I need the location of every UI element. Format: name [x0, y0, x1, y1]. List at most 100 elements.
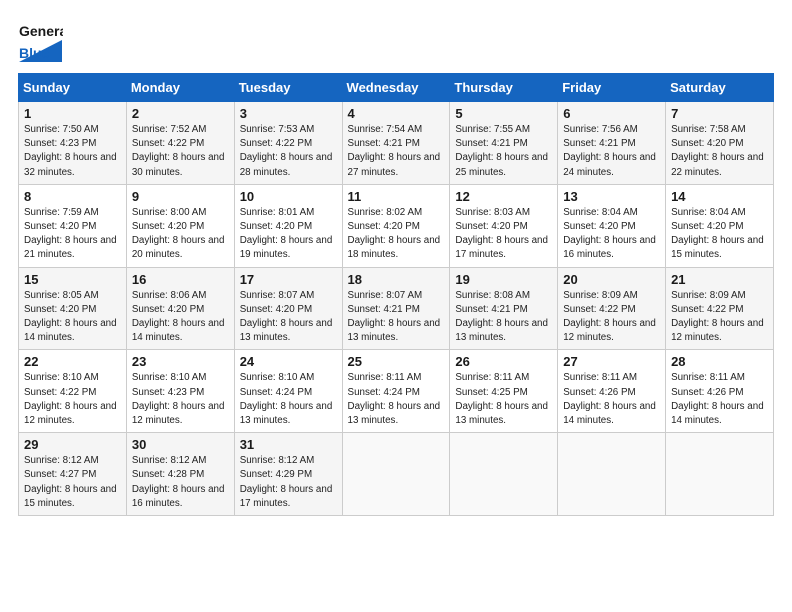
- sunset-label: Sunset: 4:20 PM: [24, 304, 96, 315]
- logo-container: General Blue: [18, 18, 63, 63]
- sunset-label: Sunset: 4:24 PM: [240, 387, 312, 398]
- day-info: Sunrise: 7:53 AMSunset: 4:22 PMDaylight:…: [240, 123, 338, 180]
- calendar-cell: [558, 433, 666, 516]
- day-info: Sunrise: 8:10 AMSunset: 4:22 PMDaylight:…: [24, 371, 122, 428]
- day-number: 24: [240, 354, 338, 369]
- day-number: 30: [132, 437, 230, 452]
- day-info: Sunrise: 8:01 AM Sunset: 4:20 PM Daylight:…: [240, 206, 338, 263]
- day-info: Sunrise: 7:59 AM Sunset: 4:20 PM Daylight:…: [24, 206, 122, 263]
- sunrise-label: Sunrise: 8:08 AM: [455, 290, 530, 301]
- day-info: Sunrise: 8:00 AMSunset: 4:20 PMDaylight:…: [132, 206, 230, 263]
- sunset-label: Sunset: 4:20 PM: [348, 221, 420, 232]
- sunset-label: Sunset: 4:22 PM: [671, 304, 743, 315]
- calendar-cell: 1Sunrise: 7:50 AMSunset: 4:23 PMDaylight…: [19, 102, 127, 185]
- calendar-cell: 23Sunrise: 8:10 AMSunset: 4:23 PMDayligh…: [126, 350, 234, 433]
- day-number: 7: [671, 106, 769, 121]
- calendar-cell: 18Sunrise: 8:07 AMSunset: 4:21 PMDayligh…: [342, 267, 450, 350]
- calendar-cell: 5Sunrise: 7:55 AMSunset: 4:21 PMDaylight…: [450, 102, 558, 185]
- calendar-cell: 11Sunrise: 8:02 AMSunset: 4:20 PMDayligh…: [342, 184, 450, 267]
- day-info: Sunrise: 8:07 AMSunset: 4:20 PMDaylight:…: [240, 289, 338, 346]
- sunset-label: Sunset: 4:21 PM: [455, 138, 527, 149]
- day-info: Sunrise: 8:11 AMSunset: 4:24 PMDaylight:…: [348, 371, 446, 428]
- day-number: 18: [348, 272, 446, 287]
- day-info: Sunrise: 7:55 AMSunset: 4:21 PMDaylight:…: [455, 123, 553, 180]
- day-info: Sunrise: 8:04 AM Sunset: 4:20 PM Daylight:…: [671, 206, 769, 263]
- sunrise-label: Sunrise: 8:02 AM: [348, 207, 423, 218]
- daylight-label: Daylight: 8 hours and 17 minutes.: [455, 235, 548, 260]
- calendar-cell: 10Sunrise: 8:01 AMSunset: 4:20 PMDayligh…: [234, 184, 342, 267]
- svg-text:Blue: Blue: [19, 45, 50, 61]
- day-number: 22: [24, 354, 122, 369]
- sunset-label: Sunset: 4:21 PM: [455, 304, 527, 315]
- calendar-cell: 16Sunrise: 8:06 AMSunset: 4:20 PMDayligh…: [126, 267, 234, 350]
- sunrise-label: Sunrise: 7:55 AM: [455, 124, 530, 135]
- sunrise-label: Sunrise: 8:12 AM: [132, 455, 207, 466]
- daylight-label: Daylight: 8 hours and 13 minutes.: [455, 318, 548, 343]
- sunset-label: Sunset: 4:21 PM: [563, 138, 635, 149]
- daylight-label: Daylight: 8 hours and 21 minutes.: [24, 235, 117, 260]
- sunset-label: Sunset: 4:21 PM: [348, 138, 420, 149]
- day-number: 29: [24, 437, 122, 452]
- sunrise-label: Sunrise: 8:00 AM: [132, 207, 207, 218]
- calendar-cell: 12Sunrise: 8:03 AMSunset: 4:20 PMDayligh…: [450, 184, 558, 267]
- calendar-cell: 30 Sunrise: 8:12 AMSunset: 4:28 PMDayligh…: [126, 433, 234, 516]
- sunrise-label: Sunrise: 7:59 AM: [24, 207, 99, 218]
- sunset-label: Sunset: 4:20 PM: [671, 138, 743, 149]
- day-number: 17: [240, 272, 338, 287]
- sunset-label: Sunset: 4:22 PM: [240, 138, 312, 149]
- day-info: Sunrise: 7:58 AMSunset: 4:20 PMDaylight:…: [671, 123, 769, 180]
- calendar-cell: [666, 433, 774, 516]
- sunrise-label: Sunrise: 8:07 AM: [240, 290, 315, 301]
- daylight-label: Daylight: 8 hours and 14 minutes.: [671, 401, 764, 426]
- calendar-cell: 22 Sunrise: 8:10 AMSunset: 4:22 PMDayligh…: [19, 350, 127, 433]
- sunrise-label: Sunrise: 8:09 AM: [563, 290, 638, 301]
- sunrise-label: Sunrise: 8:04 AM: [563, 207, 638, 218]
- day-info: Sunrise: 8:12 AMSunset: 4:29 PMDaylight:…: [240, 454, 338, 511]
- sunset-label: Sunset: 4:20 PM: [24, 221, 96, 232]
- daylight-label: Daylight: 8 hours and 19 minutes.: [240, 235, 333, 260]
- sunrise-label: Sunrise: 8:09 AM: [671, 290, 746, 301]
- sunrise-label: Sunrise: 7:50 AM: [24, 124, 99, 135]
- day-number: 12: [455, 189, 553, 204]
- daylight-label: Daylight: 8 hours and 18 minutes.: [348, 235, 441, 260]
- day-info: Sunrise: 8:08 AM Sunset: 4:21 PM Daylight:…: [455, 289, 553, 346]
- daylight-label: Daylight: 8 hours and 13 minutes.: [348, 401, 441, 426]
- day-info: Sunrise: 8:04 AMSunset: 4:20 PMDaylight:…: [563, 206, 661, 263]
- calendar-cell: 15Sunrise: 8:05 AMSunset: 4:20 PMDayligh…: [19, 267, 127, 350]
- page: General Blue SundayMondayTuesdayWednesda…: [0, 0, 792, 612]
- sunrise-label: Sunrise: 8:04 AM: [671, 207, 746, 218]
- daylight-label: Daylight: 8 hours and 13 minutes.: [240, 401, 333, 426]
- dow-header-thursday: Thursday: [450, 74, 558, 102]
- sunrise-label: Sunrise: 8:01 AM: [240, 207, 315, 218]
- day-number: 4: [348, 106, 446, 121]
- daylight-label: Daylight: 8 hours and 24 minutes.: [563, 152, 656, 177]
- sunrise-label: Sunrise: 7:56 AM: [563, 124, 638, 135]
- logo: General Blue: [18, 18, 63, 63]
- dow-header-sunday: Sunday: [19, 74, 127, 102]
- sunset-label: Sunset: 4:29 PM: [240, 469, 312, 480]
- day-number: 23: [132, 354, 230, 369]
- week-row-2: 8Sunrise: 7:59 AMSunset: 4:20 PMDaylight…: [19, 184, 774, 267]
- daylight-label: Daylight: 8 hours and 27 minutes.: [348, 152, 441, 177]
- sunrise-label: Sunrise: 8:11 AM: [348, 372, 422, 383]
- sunset-label: Sunset: 4:26 PM: [563, 387, 635, 398]
- daylight-label: Daylight: 8 hours and 13 minutes.: [455, 401, 548, 426]
- sunrise-label: Sunrise: 8:11 AM: [671, 372, 745, 383]
- sunset-label: Sunset: 4:20 PM: [671, 221, 743, 232]
- calendar-cell: 25Sunrise: 8:11 AMSunset: 4:24 PMDayligh…: [342, 350, 450, 433]
- day-info: Sunrise: 7:50 AMSunset: 4:23 PMDaylight:…: [24, 123, 122, 180]
- svg-text:General: General: [19, 23, 63, 39]
- daylight-label: Daylight: 8 hours and 12 minutes.: [24, 401, 117, 426]
- week-row-5: 29Sunrise: 8:12 AMSunset: 4:27 PMDayligh…: [19, 433, 774, 516]
- day-info: Sunrise: 8:12 AMSunset: 4:28 PMDaylight:…: [132, 454, 230, 511]
- calendar-cell: 6Sunrise: 7:56 AMSunset: 4:21 PMDaylight…: [558, 102, 666, 185]
- sunset-label: Sunset: 4:20 PM: [240, 221, 312, 232]
- day-number: 16: [132, 272, 230, 287]
- sunrise-label: Sunrise: 8:05 AM: [24, 290, 99, 301]
- day-number: 27: [563, 354, 661, 369]
- day-number: 3: [240, 106, 338, 121]
- daylight-label: Daylight: 8 hours and 16 minutes.: [563, 235, 656, 260]
- sunset-label: Sunset: 4:23 PM: [24, 138, 96, 149]
- daylight-label: Daylight: 8 hours and 15 minutes.: [671, 235, 764, 260]
- day-number: 5: [455, 106, 553, 121]
